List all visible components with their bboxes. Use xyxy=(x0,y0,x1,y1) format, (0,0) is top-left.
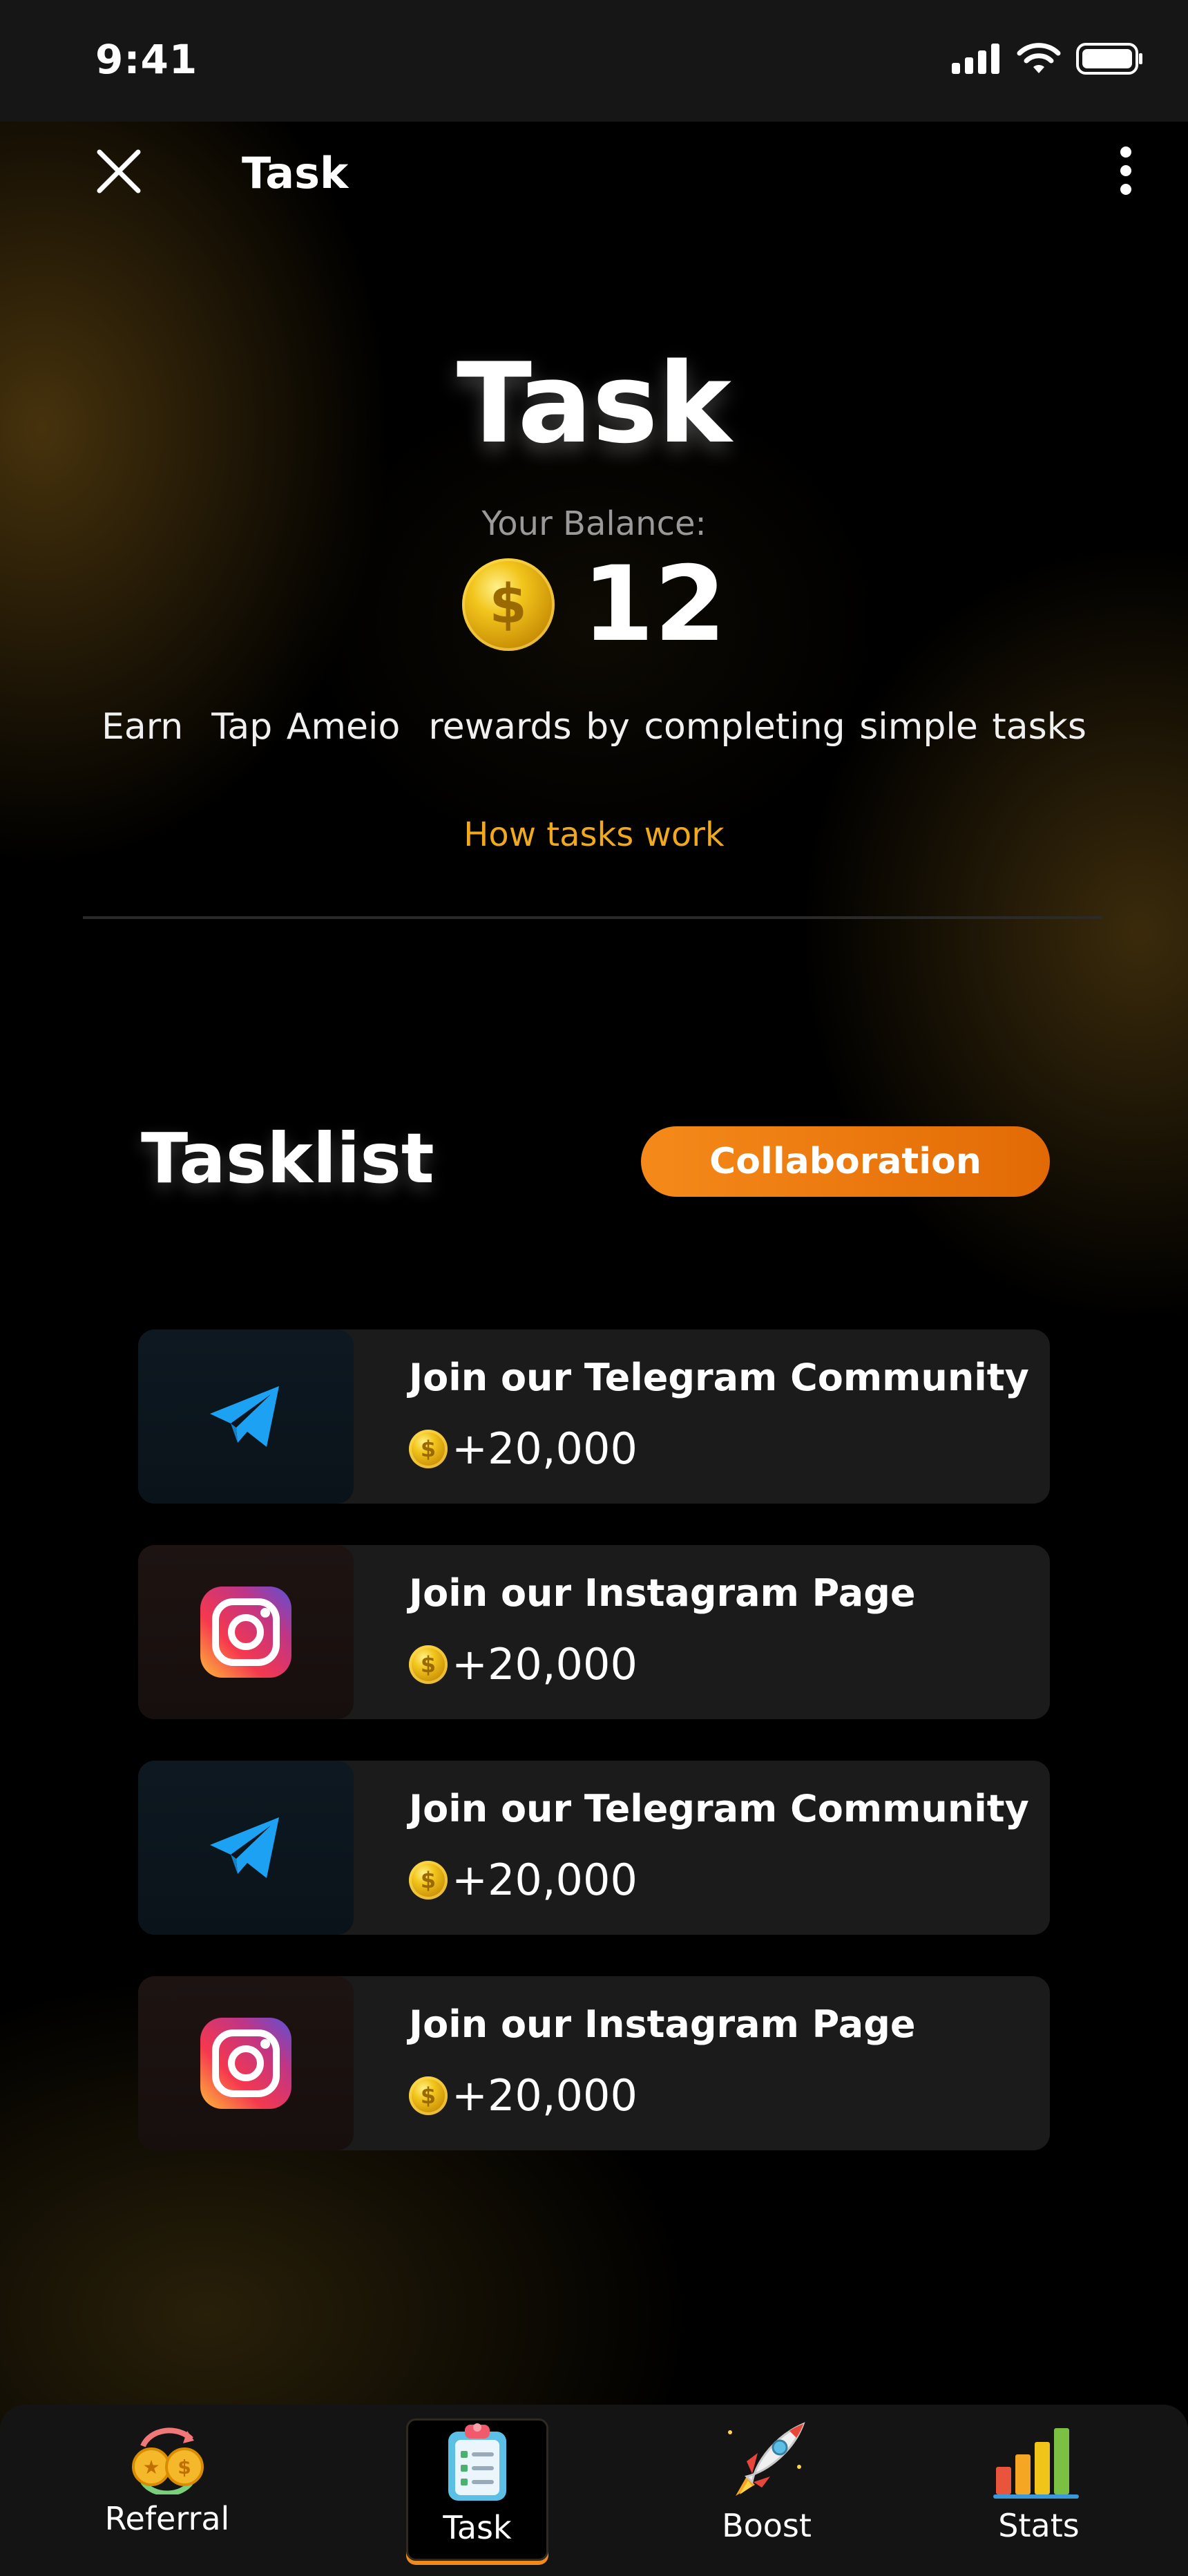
nav-label: Stats xyxy=(998,2507,1080,2544)
hero-subtitle: Earn Tap Ameio rewards by completing sim… xyxy=(102,706,1086,748)
divider xyxy=(83,916,1102,919)
wifi-icon xyxy=(1017,43,1061,73)
task-reward-value: +20,000 xyxy=(452,2070,638,2121)
task-reward-value: +20,000 xyxy=(452,1855,638,1905)
close-icon[interactable] xyxy=(90,142,148,200)
svg-text:$: $ xyxy=(178,2456,191,2479)
task-item[interactable]: Join our Instagram Page $ +20,000 xyxy=(138,1545,1050,1719)
coin-icon: $ xyxy=(461,558,555,651)
coin-icon: $ xyxy=(409,1860,448,1900)
status-bar: 9:41 xyxy=(0,0,1188,122)
balance-value: 12 xyxy=(582,544,727,665)
task-icon-box xyxy=(138,1329,354,1504)
status-icons xyxy=(952,43,1144,75)
coin-icon: $ xyxy=(409,2076,448,2115)
telegram-icon xyxy=(210,1817,279,1878)
task-reward: $ +20,000 xyxy=(409,1639,638,1689)
telegram-icon xyxy=(210,1386,279,1447)
task-item[interactable]: Join our Telegram Community $ +20,000 xyxy=(138,1329,1050,1504)
header-title: Task xyxy=(242,148,349,198)
task-item[interactable]: Join our Instagram Page $ +20,000 xyxy=(138,1976,1050,2150)
task-icon-box xyxy=(138,1545,354,1719)
instagram-icon xyxy=(200,1587,291,1678)
task-reward: $ +20,000 xyxy=(409,2070,638,2121)
status-time: 9:41 xyxy=(95,36,198,83)
task-icon-box xyxy=(138,1976,354,2150)
referral-coins-icon: ★ $ xyxy=(132,2427,204,2494)
svg-text:★: ★ xyxy=(142,2456,160,2479)
hero-title: Task xyxy=(456,339,732,468)
instagram-icon xyxy=(200,2018,291,2109)
nav-item-task[interactable]: Task xyxy=(406,2418,548,2561)
nav-label: Boost xyxy=(722,2507,812,2544)
nav-label: Referral xyxy=(104,2500,230,2537)
task-icon-box xyxy=(138,1761,354,1935)
battery-icon xyxy=(1076,43,1142,75)
more-options-icon[interactable] xyxy=(1105,140,1147,202)
task-reward-value: +20,000 xyxy=(452,1423,638,1474)
task-title: Join our Telegram Community xyxy=(409,1356,1029,1399)
nav-item-boost[interactable]: Boost xyxy=(691,2418,843,2557)
nav-item-referral[interactable]: ★ $ Referral xyxy=(91,2418,243,2557)
balance-row: $ 12 xyxy=(0,553,1188,656)
task-title: Join our Instagram Page xyxy=(409,2002,916,2046)
how-tasks-work-link[interactable]: How tasks work xyxy=(0,815,1188,854)
app-root: { "status_bar": { "time": "9:41" }, "hea… xyxy=(0,0,1188,2576)
rocket-icon xyxy=(728,2422,805,2496)
top-navbar: Task xyxy=(0,122,1188,218)
signal-icon xyxy=(952,44,999,74)
clipboard-icon xyxy=(448,2423,506,2501)
task-title: Join our Telegram Community xyxy=(409,1787,1029,1830)
task-reward-value: +20,000 xyxy=(452,1639,638,1689)
coin-icon: $ xyxy=(409,1429,448,1468)
task-reward: $ +20,000 xyxy=(409,1855,638,1905)
task-title: Join our Instagram Page xyxy=(409,1571,916,1615)
task-reward: $ +20,000 xyxy=(409,1423,638,1474)
tasklist-title: Tasklist xyxy=(141,1118,434,1199)
bar-chart-icon xyxy=(993,2428,1079,2499)
nav-label: Task xyxy=(443,2509,512,2546)
nav-item-stats[interactable]: Stats xyxy=(963,2418,1115,2557)
bottom-nav: ★ $ Referral Task Boost Stats xyxy=(0,2405,1188,2576)
task-item[interactable]: Join our Telegram Community $ +20,000 xyxy=(138,1761,1050,1935)
collaboration-button[interactable]: Collaboration xyxy=(641,1126,1050,1197)
balance-label: Your Balance: xyxy=(481,504,707,543)
coin-icon: $ xyxy=(409,1645,448,1684)
